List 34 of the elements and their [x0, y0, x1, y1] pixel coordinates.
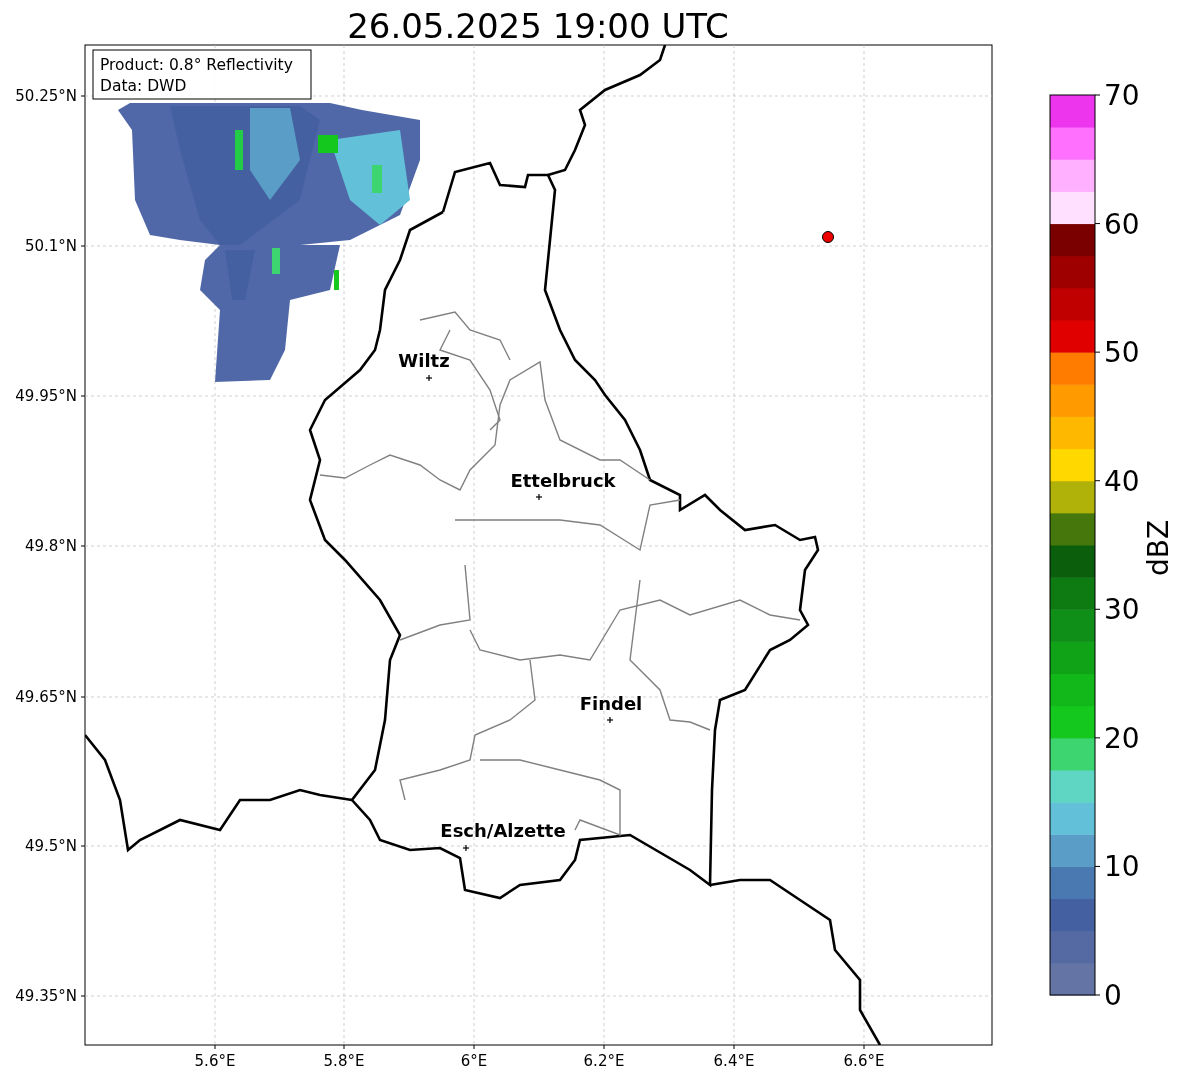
axis-tick-label: 49.5°N: [24, 837, 77, 855]
axis-tick-label: 49.8°N: [24, 537, 77, 555]
axis-tick-label: 5.8°E: [323, 1052, 365, 1070]
colorbar-tick-label: 70: [1104, 79, 1140, 112]
city-label: Findel: [579, 693, 643, 714]
chart-title: 26.05.2025 19:00 UTC: [347, 6, 729, 46]
city-label: Esch/Alzette: [440, 820, 566, 841]
axis-tick-label: 6.6°E: [843, 1052, 885, 1070]
city-label: Wiltz: [398, 350, 450, 371]
colorbar-label: dBZ: [1142, 519, 1175, 577]
colorbar-tick-label: 10: [1104, 850, 1140, 884]
colorbar-tick-label: 20: [1104, 721, 1140, 755]
axis-tick-label: 50.25°N: [15, 87, 77, 105]
colorbar-tick-label: 40: [1104, 464, 1140, 498]
axis-tick-label: 49.35°N: [15, 987, 77, 1005]
info-text: Data: DWD: [100, 77, 187, 95]
colorbar-tick-label: 30: [1104, 593, 1140, 627]
axis-tick-label: 50.1°N: [24, 237, 77, 255]
colorbar-tick-label: 50: [1104, 336, 1140, 370]
colorbar-tick-label: 0: [1104, 979, 1122, 1012]
colorbar-tick-label: 60: [1104, 207, 1140, 241]
axis-tick-label: 6°E: [460, 1052, 488, 1070]
city-marker-icon: [535, 493, 543, 501]
city-marker-icon: [606, 716, 614, 724]
axis-tick-label: 6.2°E: [583, 1052, 625, 1070]
axis-tick-label: 49.65°N: [15, 688, 77, 706]
city-marker-icon: [425, 374, 433, 382]
city-label: Ettelbruck: [510, 470, 616, 491]
axis-tick-label: 49.95°N: [15, 387, 77, 405]
axis-tick-label: 5.6°E: [194, 1052, 236, 1070]
info-text: Product: 0.8° Reflectivity: [100, 56, 293, 74]
axis-tick-label: 6.4°E: [713, 1052, 755, 1070]
city-marker-icon: [462, 844, 470, 852]
site-marker: [822, 231, 834, 243]
